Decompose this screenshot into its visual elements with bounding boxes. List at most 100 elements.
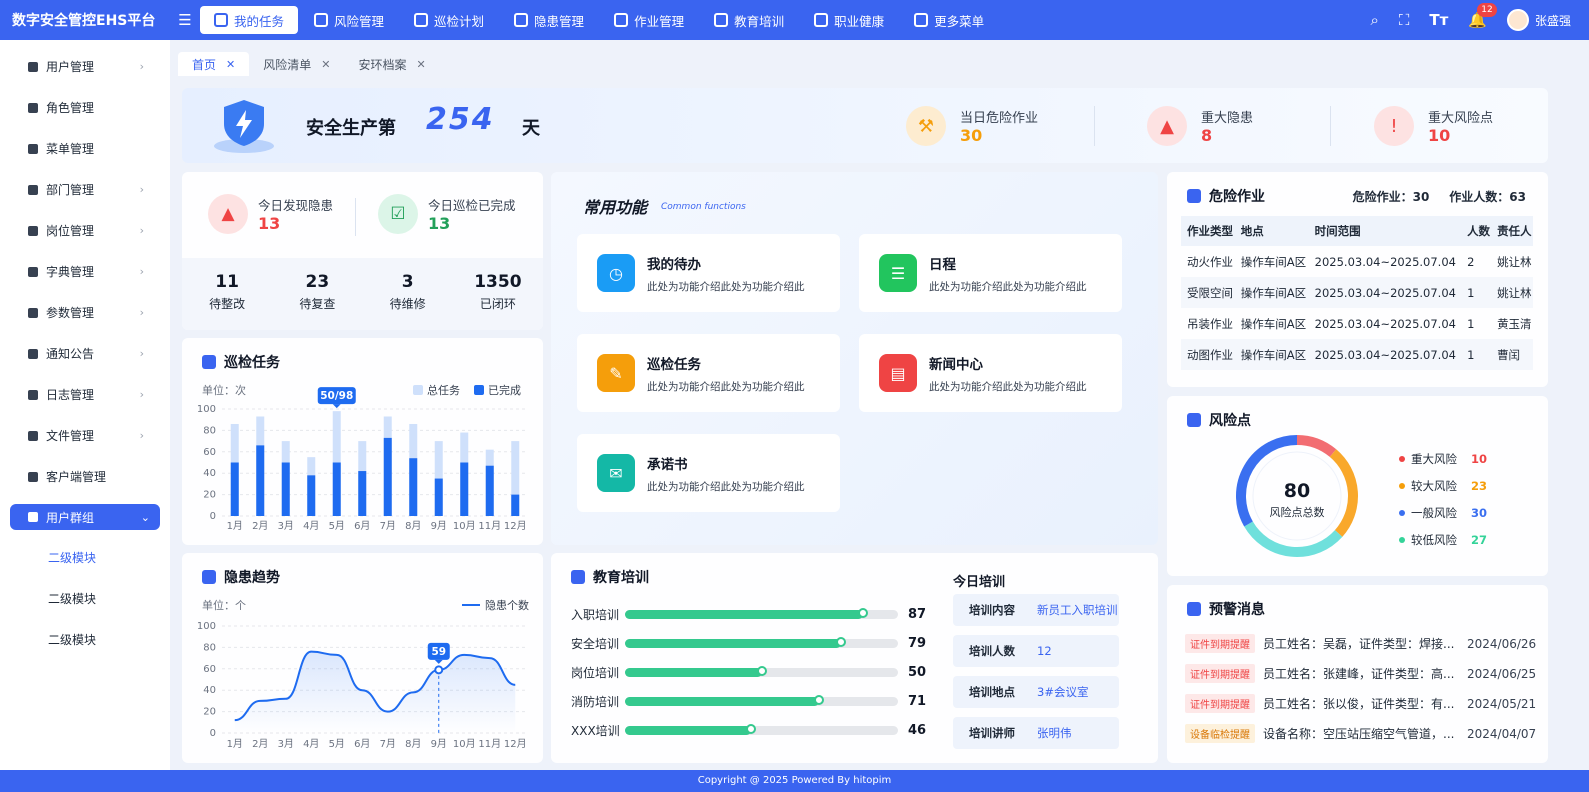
warning-tag: 证件到期提醒 [1185, 664, 1255, 683]
function-4[interactable]: ✉ 承诺书 此处为功能介绍此处为功能介绍此 [577, 434, 840, 512]
legend-dot [1399, 456, 1405, 462]
sidebar-item-user-group[interactable]: 用户群组 ⌄ [10, 504, 160, 530]
count-cell[interactable]: 3 待维修 [363, 258, 453, 330]
warning-tag: 设备临检提醒 [1185, 724, 1255, 743]
training-value[interactable]: 3#会议室 [1037, 684, 1088, 700]
bar-done[interactable] [460, 462, 469, 517]
today-training-row: 培训人数 12 [953, 635, 1119, 667]
warning-message: 员工姓名：张建峰，证件类型：高... [1263, 667, 1455, 681]
x-tick-label: 12月 [504, 738, 527, 750]
sidebar-item-7[interactable]: 通知公告 › [0, 333, 170, 374]
bar-done[interactable] [332, 462, 341, 517]
tab-2[interactable]: 安环档案 ✕ [344, 52, 439, 76]
fullscreen-icon[interactable]: ⛶ [1399, 11, 1410, 29]
sidebar-sub-item[interactable]: 二级模块 [0, 578, 170, 619]
warning-row[interactable]: 证件到期提醒 员工姓名：张建峰，证件类型：高... 2024/06/25 [1185, 664, 1536, 683]
training-key: 培训讲师 [969, 726, 1015, 740]
sidebar: 用户管理 › 角色管理 菜单管理 部门管理 › 岗位管理 › 字典管理 › 参数管理 › 通知公告 › 日志… [0, 40, 170, 770]
today-patrol[interactable]: ☑ 今日巡检已完成 13 [378, 194, 516, 234]
danger-count: 危险作业：30 [1352, 190, 1430, 204]
training-value[interactable]: 新员工入职培训 [1037, 602, 1118, 618]
sidebar-item-0[interactable]: 用户管理 › [0, 46, 170, 87]
bar-done[interactable] [281, 462, 290, 517]
column-header: 地点 [1234, 216, 1309, 246]
warning-message: 设备名称：空压站压缩空气管道，... [1263, 727, 1455, 741]
user-menu[interactable]: 张盛强 [1506, 9, 1571, 31]
sidebar-item-1[interactable]: 角色管理 [0, 87, 170, 128]
function-2[interactable]: ✎ 巡检任务 此处为功能介绍此处为功能介绍此 [577, 334, 840, 412]
sidebar-item-5[interactable]: 字典管理 › [0, 251, 170, 292]
nav-icon [314, 13, 329, 27]
menu-toggle-icon[interactable]: ☰ [170, 11, 200, 29]
today-found[interactable]: ▲ 今日发现隐患 13 [208, 194, 333, 234]
bar-done[interactable] [383, 437, 392, 516]
count-cell[interactable]: 23 待复查 [272, 258, 362, 330]
bar-done[interactable] [485, 465, 494, 516]
bar-done[interactable] [409, 458, 418, 516]
bar-done[interactable] [434, 478, 443, 516]
warning-row[interactable]: 设备临检提醒 设备名称：空压站压缩空气管道，... 2024/04/07 [1185, 724, 1536, 743]
sidebar-item-10[interactable]: 客户端管理 [0, 456, 170, 497]
column-header: 时间范围 [1308, 216, 1462, 246]
count-cell[interactable]: 1350 已闭环 [453, 258, 543, 330]
bar-done[interactable] [307, 475, 316, 516]
nav-item-3[interactable]: 隐患管理 [500, 6, 598, 34]
shield-icon [214, 100, 274, 153]
count-value: 3 [401, 272, 414, 292]
nav-item-1[interactable]: 风险管理 [300, 6, 398, 34]
sidebar-item-2[interactable]: 菜单管理 [0, 128, 170, 169]
x-tick-label: 6月 [354, 520, 370, 532]
today-training-row: 培训地点 3#会议室 [953, 676, 1119, 708]
function-3[interactable]: ▤ 新闻中心 此处为功能介绍此处为功能介绍此 [859, 334, 1122, 412]
donut-slice[interactable] [1296, 435, 1337, 458]
font-size-icon[interactable]: Tт [1429, 11, 1448, 29]
sidebar-sub-item[interactable]: 二级模块 [0, 537, 170, 578]
line-point[interactable] [434, 665, 444, 675]
bar-done[interactable] [230, 462, 239, 517]
donut-slice[interactable] [1244, 521, 1343, 557]
table-row[interactable]: 动火作业 操作车间A区 2025.03.04~2025.07.04 2 姚让林 [1181, 246, 1533, 277]
sidebar-item-4[interactable]: 岗位管理 › [0, 210, 170, 251]
safe-prefix: 安全生产第 [306, 118, 396, 139]
bar-done[interactable] [511, 494, 520, 516]
sidebar-item-3[interactable]: 部门管理 › [0, 169, 170, 210]
tab-bar: 首页 ✕ 风险清单 ✕ 安环档案 ✕ [178, 52, 440, 76]
training-value[interactable]: 张明伟 [1037, 725, 1072, 741]
bell-icon[interactable]: 🔔 12 [1468, 3, 1497, 29]
training-progress-fill [625, 697, 819, 706]
count-cell[interactable]: 11 待整改 [182, 258, 272, 330]
search-icon[interactable]: ⌕ [1370, 11, 1378, 29]
nav-item-7[interactable]: 更多菜单 [900, 6, 998, 34]
close-icon[interactable]: ✕ [416, 58, 425, 71]
nav-item-2[interactable]: 巡检计划 [400, 6, 498, 34]
sidebar-item-8[interactable]: 日志管理 › [0, 374, 170, 415]
warning-row[interactable]: 证件到期提醒 员工姓名：张以俊，证件类型：有... 2024/05/21 [1185, 694, 1536, 713]
sidebar-sub-item[interactable]: 二级模块 [0, 619, 170, 660]
y-tick-label: 40 [203, 685, 216, 696]
tab-0[interactable]: 首页 ✕ [178, 52, 250, 76]
bar-done[interactable] [358, 471, 367, 516]
warning-row[interactable]: 证件到期提醒 员工姓名：吴磊，证件类型：焊接... 2024/06/26 [1185, 634, 1536, 653]
today-found-label: 今日发现隐患 [258, 198, 334, 213]
danger-table: 作业类型 地点 时间范围 人数 责任人 动火作业 操作车间A区 2025.03.04~2025… [1181, 216, 1533, 370]
sidebar-item-label: 日志管理 [46, 388, 95, 402]
nav-item-5[interactable]: 教育培训 [700, 6, 798, 34]
function-0[interactable]: ◷ 我的待办 此处为功能介绍此处为功能介绍此 [577, 234, 840, 312]
nav-item-6[interactable]: 职业健康 [800, 6, 898, 34]
function-text: 日程 此处为功能介绍此处为功能介绍此 [929, 253, 1087, 294]
function-1[interactable]: ☰ 日程 此处为功能介绍此处为功能介绍此 [859, 234, 1122, 312]
close-icon[interactable]: ✕ [321, 58, 330, 71]
sidebar-item-9[interactable]: 文件管理 › [0, 415, 170, 456]
table-row[interactable]: 受限空间 操作车间A区 2025.03.04~2025.07.04 1 姚让林 [1181, 277, 1533, 308]
bar-done[interactable] [256, 445, 265, 516]
table-row[interactable]: 吊装作业 操作车间A区 2025.03.04~2025.07.04 1 黄玉清 [1181, 308, 1533, 339]
sidebar-item-6[interactable]: 参数管理 › [0, 292, 170, 333]
danger-title: 危险作业 [1209, 189, 1265, 205]
nav-item-4[interactable]: 作业管理 [600, 6, 698, 34]
tab-1[interactable]: 风险清单 ✕ [249, 52, 344, 76]
worker-count: 作业人数：63 [1449, 190, 1526, 204]
close-icon[interactable]: ✕ [226, 58, 235, 71]
nav-item-0[interactable]: 我的任务 [200, 6, 299, 34]
table-row[interactable]: 动图作业 操作车间A区 2025.03.04~2025.07.04 1 曹闰 [1181, 339, 1533, 370]
training-value[interactable]: 12 [1037, 644, 1052, 658]
